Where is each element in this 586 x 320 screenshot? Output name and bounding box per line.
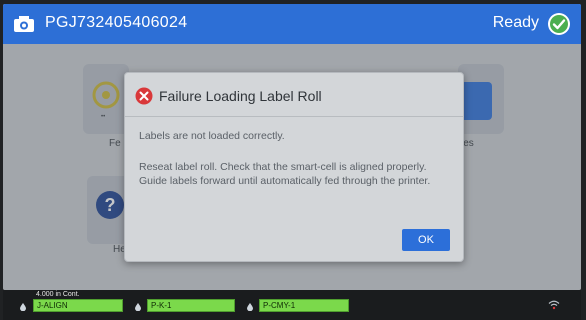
wifi-icon bbox=[548, 300, 560, 310]
ink-drop-icon bbox=[247, 303, 253, 311]
printer-screen: PGJ732405406024 Ready •• Fe les ? He Fai… bbox=[3, 4, 581, 290]
ok-button[interactable]: OK bbox=[402, 229, 450, 251]
ready-check-icon bbox=[548, 13, 570, 35]
status-strip: 4.000 in Cont. J-ALIGN P-K-1 P-CMY-1 bbox=[3, 290, 581, 320]
ink-drop-icon bbox=[135, 303, 141, 311]
slot-p-k-1[interactable]: P-K-1 bbox=[147, 299, 235, 312]
media-info: 4.000 in Cont. bbox=[36, 291, 80, 298]
dialog-title: Failure Loading Label Roll bbox=[159, 88, 322, 104]
printer-icon bbox=[14, 16, 34, 32]
slot-j-align[interactable]: J-ALIGN bbox=[33, 299, 123, 312]
error-icon bbox=[135, 87, 153, 105]
dialog-instructions: Reseat label roll. Check that the smart-… bbox=[139, 161, 431, 187]
ink-drop-icon bbox=[20, 303, 26, 311]
dialog-message: Labels are not loaded correctly. bbox=[139, 130, 285, 142]
error-dialog: Failure Loading Label Roll Labels are no… bbox=[124, 72, 464, 262]
dialog-title-row: Failure Loading Label Roll bbox=[125, 73, 463, 117]
slot-p-cmy-1[interactable]: P-CMY-1 bbox=[259, 299, 349, 312]
printer-status: Ready bbox=[492, 14, 539, 31]
printer-serial: PGJ732405406024 bbox=[45, 14, 188, 31]
header-bar: PGJ732405406024 Ready bbox=[3, 4, 581, 44]
